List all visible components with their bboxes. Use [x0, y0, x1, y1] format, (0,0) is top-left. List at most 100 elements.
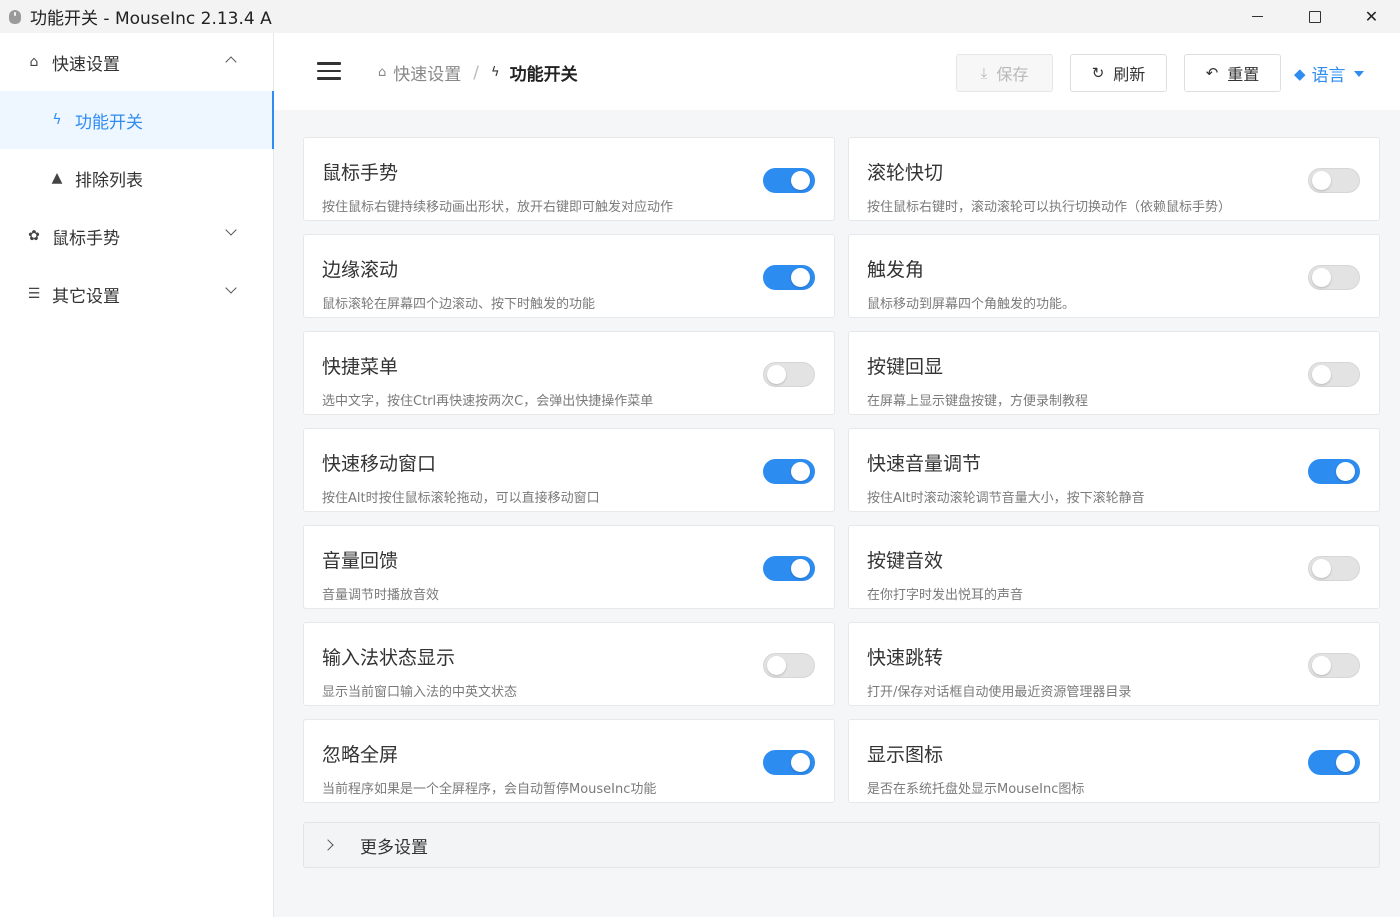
feature-toggle[interactable]: [1308, 362, 1360, 387]
warning-icon: ▲: [51, 170, 63, 186]
feature-description: 在屏幕上显示键盘按键，方便录制教程: [867, 394, 1089, 409]
toggle-knob: [1312, 268, 1331, 287]
feature-description: 在你打字时发出悦耳的声音: [867, 588, 1024, 603]
refresh-button-label: 刷新: [1113, 65, 1146, 84]
feature-card: 按键音效在你打字时发出悦耳的声音: [848, 525, 1380, 609]
breadcrumb-current: 功能开关: [509, 65, 578, 85]
minimize-button[interactable]: [1229, 0, 1286, 33]
toggle-knob: [791, 268, 810, 287]
sidebar-item-mouse-gestures[interactable]: ✿ 鼠标手势: [0, 207, 273, 265]
sliders-icon: ☰: [27, 286, 41, 302]
toggle-knob: [767, 656, 786, 675]
reset-button[interactable]: ↶ 重置: [1184, 54, 1281, 92]
toggle-knob: [791, 462, 810, 481]
title-bar: 功能开关 - MouseInc 2.13.4 A ✕: [0, 0, 1400, 33]
sidebar-item-label: 鼠标手势: [52, 228, 120, 249]
language-label: 语言: [1311, 66, 1346, 86]
chevron-right-icon: [322, 839, 334, 851]
feature-toggle[interactable]: [1308, 750, 1360, 775]
feature-toggle[interactable]: [763, 750, 815, 775]
feature-title: 按键音效: [867, 550, 944, 572]
feature-toggle[interactable]: [1308, 459, 1360, 484]
feature-description: 按住Alt时按住鼠标滚轮拖动，可以直接移动窗口: [322, 491, 600, 506]
feature-card: 滚轮快切按住鼠标右键时，滚动滚轮可以执行切换动作（依赖鼠标手势）: [848, 137, 1380, 221]
feature-toggle[interactable]: [763, 168, 815, 193]
toggle-knob: [1312, 171, 1331, 190]
breadcrumb: ⌂ 快速设置 / ϟ 功能开关: [378, 60, 578, 86]
chevron-up-icon: [225, 56, 237, 68]
feature-description: 鼠标移动到屏幕四个角触发的功能。: [867, 297, 1076, 312]
feature-toggle[interactable]: [763, 653, 815, 678]
feature-card: 鼠标手势 按住鼠标右键持续移动画出形状，放开右键即可触发对应动作: [303, 137, 835, 221]
feature-toggle[interactable]: [763, 459, 815, 484]
sidebar-item-quick-settings[interactable]: ⌂ 快速设置: [0, 33, 273, 91]
gear-icon: ✿: [28, 228, 40, 244]
toggle-knob: [1312, 559, 1331, 578]
feature-title: 快速音量调节: [867, 453, 982, 475]
window-title: 功能开关 - MouseInc 2.13.4 A: [30, 9, 272, 29]
feature-description: 显示当前窗口输入法的中英文状态: [322, 685, 518, 700]
menu-toggle-icon[interactable]: [317, 62, 341, 80]
toggle-knob: [791, 171, 810, 190]
feature-card: 快速跳转打开/保存对话框自动使用最近资源管理器目录: [848, 622, 1380, 706]
feature-toggle[interactable]: [763, 556, 815, 581]
close-button[interactable]: ✕: [1343, 0, 1400, 33]
more-settings-collapse[interactable]: 更多设置: [303, 822, 1380, 868]
refresh-icon: ↻: [1091, 64, 1105, 82]
feature-description: 鼠标滚轮在屏幕四个边滚动、按下时触发的功能: [322, 297, 596, 312]
feature-toggle[interactable]: [1308, 265, 1360, 290]
feature-title: 输入法状态显示: [322, 647, 456, 669]
feature-description: 按住Alt时滚动滚轮调节音量大小，按下滚轮静音: [867, 491, 1145, 506]
sidebar-item-label: 快速设置: [52, 54, 120, 75]
sidebar-item-feature-toggles[interactable]: ϟ 功能开关: [0, 91, 274, 149]
feature-toggle[interactable]: [1308, 653, 1360, 678]
feature-card: 快速音量调节按住Alt时滚动滚轮调节音量大小，按下滚轮静音: [848, 428, 1380, 512]
sidebar-item-other-settings[interactable]: ☰ 其它设置: [0, 265, 273, 323]
feature-card: 显示图标 是否在系统托盘处显示MouseInc图标: [848, 719, 1380, 803]
sidebar: ⌂ 快速设置 ϟ 功能开关 ▲ 排除列表 ✿ 鼠标手势 ☰ 其它设置: [0, 33, 274, 917]
feature-toggle[interactable]: [763, 362, 815, 387]
save-button[interactable]: ⤓ 保存: [956, 54, 1053, 92]
feature-description: 选中文字，按住Ctrl再快速按两次C，会弹出快捷操作菜单: [322, 394, 654, 409]
feature-card: 音量回馈 音量调节时播放音效: [303, 525, 835, 609]
feature-toggle[interactable]: [1308, 556, 1360, 581]
feature-toggle[interactable]: [1308, 168, 1360, 193]
feature-card: 按键回显在屏幕上显示键盘按键，方便录制教程: [848, 331, 1380, 415]
feature-title: 快速移动窗口: [322, 453, 437, 475]
feature-title: 忽略全屏: [322, 744, 399, 766]
feature-title: 触发角: [867, 259, 925, 281]
bolt-icon: ϟ: [491, 65, 500, 80]
sidebar-item-label: 排除列表: [75, 170, 143, 191]
maximize-button[interactable]: [1286, 0, 1343, 33]
toggle-knob: [791, 559, 810, 578]
refresh-button[interactable]: ↻ 刷新: [1070, 54, 1167, 92]
feature-description: 打开/保存对话框自动使用最近资源管理器目录: [867, 685, 1132, 700]
header: ⌂ 快速设置 / ϟ 功能开关 ⤓ 保存 ↻ 刷新 ↶ 重置 ◆ 语言: [274, 33, 1400, 110]
feature-title: 边缘滚动: [322, 259, 399, 281]
feature-card: 快捷菜单 选中文字，按住Ctrl再快速按两次C，会弹出快捷操作菜单: [303, 331, 835, 415]
feature-title: 按键回显: [867, 356, 944, 378]
save-button-label: 保存: [996, 65, 1029, 84]
sidebar-item-label: 其它设置: [52, 286, 120, 307]
breadcrumb-home[interactable]: 快速设置: [393, 60, 461, 85]
feature-card: 触发角鼠标移动到屏幕四个角触发的功能。: [848, 234, 1380, 318]
language-dropdown[interactable]: ◆ 语言: [1294, 61, 1364, 86]
toggle-knob: [791, 753, 810, 772]
feature-card: 边缘滚动鼠标滚轮在屏幕四个边滚动、按下时触发的功能: [303, 234, 835, 318]
feature-title: 鼠标手势: [322, 162, 399, 184]
feature-title: 音量回馈: [322, 550, 399, 572]
breadcrumb-separator: /: [473, 62, 479, 83]
caret-down-icon: [1353, 70, 1364, 77]
feature-description: 按住鼠标右键时，滚动滚轮可以执行切换动作（依赖鼠标手势）: [867, 200, 1232, 215]
feature-toggle[interactable]: [763, 265, 815, 290]
toggle-knob: [1312, 365, 1331, 384]
feature-title: 滚轮快切: [867, 162, 944, 184]
language-icon: ◆: [1294, 64, 1306, 83]
more-settings-label: 更多设置: [360, 837, 428, 858]
sidebar-item-exclusion-list[interactable]: ▲ 排除列表: [0, 149, 273, 207]
window-controls: ✕: [1229, 0, 1400, 33]
toggle-knob: [1336, 753, 1355, 772]
toggle-knob: [1312, 656, 1331, 675]
feature-title: 快速跳转: [867, 647, 944, 669]
feature-card: 快速移动窗口按住Alt时按住鼠标滚轮拖动，可以直接移动窗口: [303, 428, 835, 512]
